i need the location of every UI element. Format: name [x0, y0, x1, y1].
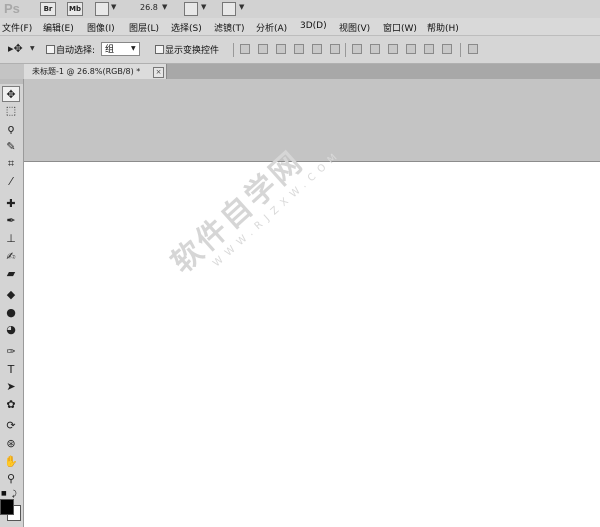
- separator: [460, 43, 461, 57]
- hand-tool-icon[interactable]: ✋: [2, 454, 20, 470]
- align-left-icon[interactable]: [294, 44, 304, 54]
- move-tool-preset-icon[interactable]: ▸✥: [8, 42, 23, 55]
- move-tool-icon[interactable]: ✥: [2, 86, 20, 102]
- menu-select[interactable]: 选择(S): [171, 21, 202, 34]
- separator: [233, 43, 234, 57]
- auto-select-checkbox[interactable]: [46, 45, 55, 54]
- arrange-dropdown-icon[interactable]: ▼: [201, 3, 206, 11]
- arrange-documents-icon[interactable]: [184, 2, 198, 16]
- distribute-vertical-center-icon[interactable]: [370, 44, 380, 54]
- dodge-tool-icon[interactable]: ◕: [2, 322, 20, 338]
- group-select-value: 组: [105, 45, 115, 55]
- align-bottom-icon[interactable]: [276, 44, 286, 54]
- menu-layer[interactable]: 图层(L): [129, 21, 159, 34]
- view-extras-icon[interactable]: [95, 2, 109, 16]
- history-brush-tool-icon[interactable]: ✍: [2, 249, 20, 265]
- foreground-color-swatch[interactable]: [0, 499, 14, 515]
- show-transform-checkbox[interactable]: [155, 45, 164, 54]
- lasso-tool-icon[interactable]: ϙ: [2, 121, 20, 137]
- document-tab-title: 未标题-1 @ 26.8%(RGB/8) *: [32, 67, 141, 76]
- align-right-icon[interactable]: [330, 44, 340, 54]
- menu-window[interactable]: 窗口(W): [383, 21, 417, 34]
- menu-edit[interactable]: 编辑(E): [43, 21, 74, 34]
- auto-align-layers-icon[interactable]: [468, 44, 478, 54]
- select-dropdown-icon[interactable]: ▼: [131, 45, 136, 52]
- swap-colors-icon[interactable]: ⤸: [12, 489, 17, 499]
- photoshop-logo: Ps: [4, 1, 20, 16]
- align-top-icon[interactable]: [240, 44, 250, 54]
- tool-preset-dropdown-icon[interactable]: ▼: [30, 45, 35, 52]
- blur-tool-icon[interactable]: ●: [2, 305, 20, 321]
- marquee-tool-icon[interactable]: ⬚: [2, 103, 20, 119]
- shape-tool-icon[interactable]: ✿: [2, 397, 20, 413]
- eraser-tool-icon[interactable]: ▰: [2, 266, 20, 282]
- pen-tool-icon[interactable]: ✑: [2, 344, 20, 360]
- quick-select-tool-icon[interactable]: ✎: [2, 139, 20, 155]
- brush-tool-icon[interactable]: ✒: [2, 213, 20, 229]
- screen-mode-dropdown-icon[interactable]: ▼: [239, 3, 244, 11]
- menu-3d[interactable]: 3D(D): [300, 21, 327, 31]
- distribute-bottom-icon[interactable]: [388, 44, 398, 54]
- align-horizontal-center-icon[interactable]: [312, 44, 322, 54]
- type-tool-icon[interactable]: T: [2, 362, 20, 378]
- menu-filter[interactable]: 滤镜(T): [214, 21, 245, 34]
- tools-panel-grip[interactable]: [0, 79, 23, 84]
- separator: [345, 43, 346, 57]
- zoom-level[interactable]: 26.8: [140, 3, 158, 12]
- menu-help[interactable]: 帮助(H): [427, 21, 459, 34]
- default-colors-icon[interactable]: ■: [1, 490, 7, 497]
- paint-bucket-tool-icon[interactable]: ◆: [2, 287, 20, 303]
- menu-analysis[interactable]: 分析(A): [256, 21, 287, 34]
- distribute-right-icon[interactable]: [442, 44, 452, 54]
- zoom-tool-icon[interactable]: ⚲: [2, 471, 20, 487]
- path-select-tool-icon[interactable]: ➤: [2, 379, 20, 395]
- mini-bridge-button[interactable]: Mb: [67, 2, 83, 16]
- eyedropper-tool-icon[interactable]: ⁄: [2, 174, 20, 190]
- close-icon[interactable]: ×: [153, 67, 164, 78]
- 3d-orbit-tool-icon[interactable]: ⊛: [2, 436, 20, 452]
- align-vertical-center-icon[interactable]: [258, 44, 268, 54]
- show-transform-label: 显示变换控件: [165, 46, 220, 56]
- zoom-dropdown-icon[interactable]: ▼: [162, 3, 167, 11]
- crop-tool-icon[interactable]: ⌗: [2, 156, 20, 172]
- view-extras-dropdown-icon[interactable]: ▼: [111, 3, 116, 11]
- menu-file[interactable]: 文件(F): [2, 21, 32, 34]
- distribute-horizontal-center-icon[interactable]: [424, 44, 434, 54]
- 3d-rotate-tool-icon[interactable]: ⟳: [2, 418, 20, 434]
- distribute-left-icon[interactable]: [406, 44, 416, 54]
- menu-image[interactable]: 图像(I): [87, 21, 115, 34]
- screen-mode-icon[interactable]: [222, 2, 236, 16]
- auto-select-label: 自动选择:: [56, 46, 96, 56]
- menu-view[interactable]: 视图(V): [339, 21, 370, 34]
- bridge-button[interactable]: Br: [40, 2, 56, 16]
- clone-stamp-tool-icon[interactable]: ⊥: [2, 231, 20, 247]
- healing-brush-tool-icon[interactable]: ✚: [2, 196, 20, 212]
- distribute-top-icon[interactable]: [352, 44, 362, 54]
- app-bar: [0, 0, 600, 18]
